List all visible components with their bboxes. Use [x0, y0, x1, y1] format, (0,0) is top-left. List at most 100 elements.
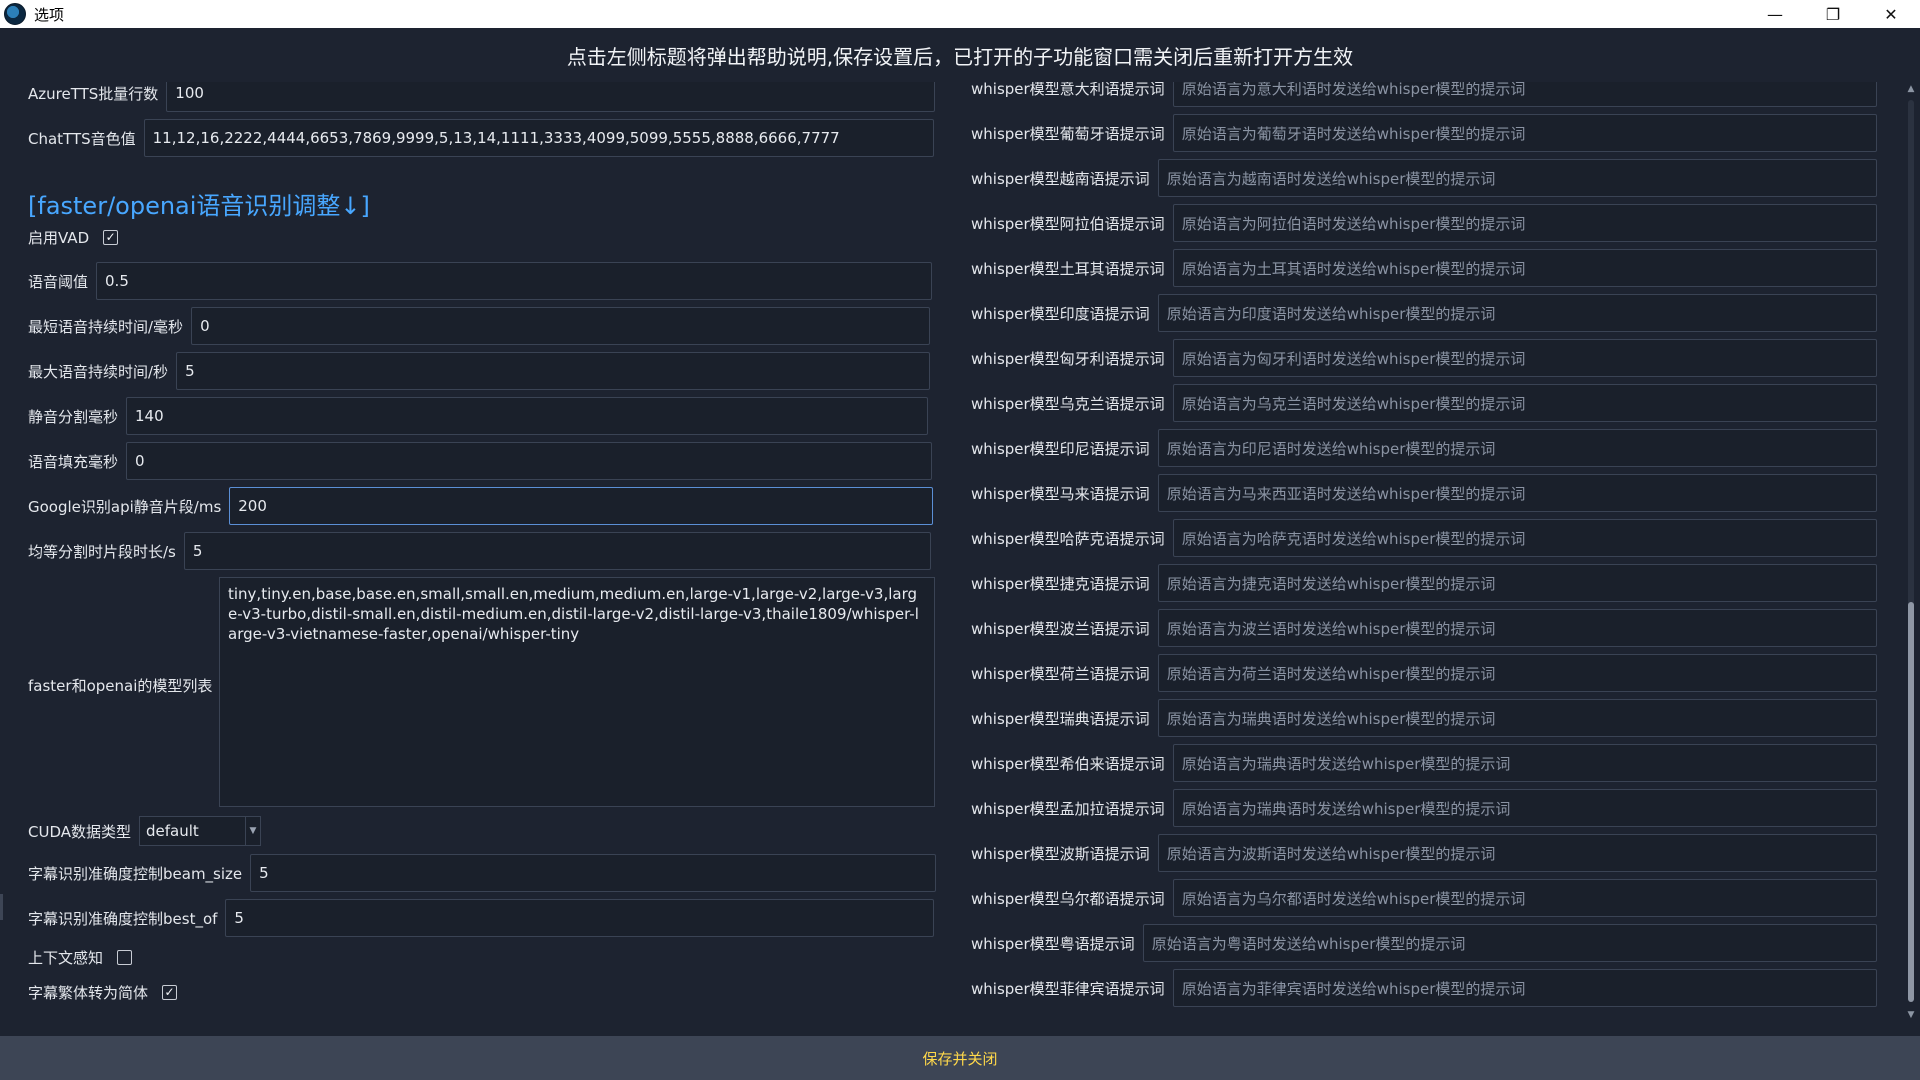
trad-to-simp-label[interactable]: 字幕繁体转为简体: [28, 982, 148, 1003]
row-marker: [0, 894, 3, 920]
prompt-input-hebrew[interactable]: 原始语言为瑞典语时发送给whisper模型的提示词: [1172, 744, 1877, 782]
prompt-label[interactable]: whisper模型葡萄牙语提示词: [971, 123, 1165, 144]
prompt-label[interactable]: whisper模型粤语提示词: [971, 933, 1135, 954]
prompt-input-hungarian[interactable]: 原始语言为匈牙利语时发送给whisper模型的提示词: [1172, 339, 1877, 377]
equal-split-label[interactable]: 均等分割时片段时长/s: [28, 541, 176, 562]
prompt-input-polish[interactable]: 原始语言为波兰语时发送给whisper模型的提示词: [1157, 609, 1877, 647]
min-speech-label[interactable]: 最短语音持续时间/毫秒: [28, 316, 183, 337]
maximize-button[interactable]: ❐: [1804, 0, 1862, 28]
google-silence-input[interactable]: 200: [229, 487, 934, 525]
cuda-type-select[interactable]: default ▼: [139, 816, 262, 846]
prompt-label[interactable]: whisper模型捷克语提示词: [971, 573, 1150, 594]
prompt-label[interactable]: whisper模型土耳其语提示词: [971, 258, 1165, 279]
prompt-label[interactable]: whisper模型哈萨克语提示词: [971, 528, 1165, 549]
cuda-type-label[interactable]: CUDA数据类型: [28, 821, 131, 842]
beam-size-input[interactable]: 5: [250, 854, 937, 892]
prompt-input-urdu[interactable]: 原始语言为乌尔都语时发送给whisper模型的提示词: [1172, 879, 1877, 917]
silence-split-input[interactable]: 140: [126, 397, 929, 435]
prompt-input-portuguese[interactable]: 原始语言为葡萄牙语时发送给whisper模型的提示词: [1172, 114, 1877, 152]
section-title-speech-recognition[interactable]: [faster/openai语音识别调整↓]: [28, 186, 370, 221]
prompt-label[interactable]: whisper模型孟加拉语提示词: [971, 798, 1165, 819]
azure-batch-label[interactable]: AzureTTS批量行数: [28, 83, 158, 104]
save-and-close-button[interactable]: 保存并关闭: [0, 1036, 1920, 1080]
context-aware-row: 上下文感知: [28, 942, 133, 972]
prompt-input-swedish[interactable]: 原始语言为瑞典语时发送给whisper模型的提示词: [1157, 699, 1877, 737]
prompt-row-hindi: whisper模型印度语提示词 原始语言为印度语时发送给whisper模型的提示…: [971, 294, 1877, 332]
vad-label[interactable]: 启用VAD: [28, 227, 89, 248]
model-list-textarea[interactable]: tiny,tiny.en,base,base.en,small,small.en…: [219, 577, 935, 807]
prompt-input-arabic[interactable]: 原始语言为阿拉伯语时发送给whisper模型的提示词: [1172, 204, 1877, 242]
prompt-input-malay[interactable]: 原始语言为马来西亚语时发送给whisper模型的提示词: [1157, 474, 1877, 512]
speech-threshold-label[interactable]: 语音阈值: [28, 271, 88, 292]
chevron-down-icon[interactable]: ▼: [245, 817, 260, 845]
prompt-row-indonesian: whisper模型印尼语提示词 原始语言为印尼语时发送给whisper模型的提示…: [971, 429, 1877, 467]
max-speech-input[interactable]: 5: [176, 352, 931, 390]
context-aware-checkbox[interactable]: [117, 949, 133, 965]
speech-threshold-row: 语音阈值 0.5: [28, 262, 933, 300]
prompt-input-hindi[interactable]: 原始语言为印度语时发送给whisper模型的提示词: [1157, 294, 1877, 332]
prompt-row-kazakh: whisper模型哈萨克语提示词 原始语言为哈萨克语时发送给whisper模型的…: [971, 519, 1877, 557]
prompt-label[interactable]: whisper模型乌尔都语提示词: [971, 888, 1165, 909]
model-list-label[interactable]: faster和openai的模型列表: [28, 675, 212, 696]
google-silence-label[interactable]: Google识别api静音片段/ms: [28, 496, 221, 517]
prompt-input-kazakh[interactable]: 原始语言为哈萨克语时发送给whisper模型的提示词: [1172, 519, 1877, 557]
cuda-type-value: default: [146, 822, 199, 840]
azure-batch-input[interactable]: 100: [166, 82, 936, 112]
prompt-input-italian[interactable]: 原始语言为意大利语时发送给whisper模型的提示词: [1172, 82, 1877, 107]
context-aware-label[interactable]: 上下文感知: [28, 947, 103, 968]
prompt-input-vietnamese[interactable]: 原始语言为越南语时发送给whisper模型的提示词: [1157, 159, 1877, 197]
prompt-row-italian: whisper模型意大利语提示词 原始语言为意大利语时发送给whisper模型的…: [971, 82, 1877, 107]
prompt-label[interactable]: whisper模型瑞典语提示词: [971, 708, 1150, 729]
beam-size-row: 字幕识别准确度控制beam_size 5: [28, 854, 937, 892]
prompt-input-turkish[interactable]: 原始语言为土耳其语时发送给whisper模型的提示词: [1172, 249, 1877, 287]
silence-split-row: 静音分割毫秒 140: [28, 397, 929, 435]
prompt-label[interactable]: whisper模型阿拉伯语提示词: [971, 213, 1165, 234]
vertical-scrollbar[interactable]: ▲ ▼: [1904, 82, 1918, 1022]
chattts-voice-label[interactable]: ChatTTS音色值: [28, 128, 136, 149]
prompt-label[interactable]: whisper模型印尼语提示词: [971, 438, 1150, 459]
prompt-row-malay: whisper模型马来语提示词 原始语言为马来西亚语时发送给whisper模型的…: [971, 474, 1877, 512]
prompt-label[interactable]: whisper模型越南语提示词: [971, 168, 1150, 189]
prompt-label[interactable]: whisper模型意大利语提示词: [971, 82, 1165, 99]
equal-split-input[interactable]: 5: [183, 532, 931, 570]
prompt-label[interactable]: whisper模型荷兰语提示词: [971, 663, 1150, 684]
prompt-input-filipino[interactable]: 原始语言为菲律宾语时发送给whisper模型的提示词: [1172, 969, 1877, 1007]
prompt-input-ukrainian[interactable]: 原始语言为乌克兰语时发送给whisper模型的提示词: [1172, 384, 1877, 422]
speech-threshold-input[interactable]: 0.5: [96, 262, 933, 300]
prompt-input-bengali[interactable]: 原始语言为瑞典语时发送给whisper模型的提示词: [1172, 789, 1877, 827]
prompt-label[interactable]: whisper模型匈牙利语提示词: [971, 348, 1165, 369]
scroll-thumb[interactable]: [1908, 602, 1914, 1002]
prompt-input-persian[interactable]: 原始语言为波斯语时发送给whisper模型的提示词: [1157, 834, 1877, 872]
prompt-label[interactable]: whisper模型波兰语提示词: [971, 618, 1150, 639]
max-speech-label[interactable]: 最大语音持续时间/秒: [28, 361, 168, 382]
prompt-label[interactable]: whisper模型菲律宾语提示词: [971, 978, 1165, 999]
prompt-input-czech[interactable]: 原始语言为捷克语时发送给whisper模型的提示词: [1157, 564, 1877, 602]
prompt-input-cantonese[interactable]: 原始语言为粤语时发送给whisper模型的提示词: [1142, 924, 1877, 962]
beam-size-label[interactable]: 字幕识别准确度控制beam_size: [28, 863, 242, 884]
min-speech-input[interactable]: 0: [191, 307, 931, 345]
prompt-input-dutch[interactable]: 原始语言为荷兰语时发送给whisper模型的提示词: [1157, 654, 1877, 692]
speech-pad-input[interactable]: 0: [126, 442, 933, 480]
prompt-label[interactable]: whisper模型希伯来语提示词: [971, 753, 1165, 774]
prompt-label[interactable]: whisper模型乌克兰语提示词: [971, 393, 1165, 414]
speech-pad-row: 语音填充毫秒 0: [28, 442, 933, 480]
minimize-button[interactable]: —: [1746, 0, 1804, 28]
prompt-label[interactable]: whisper模型印度语提示词: [971, 303, 1150, 324]
chattts-voice-input[interactable]: 11,12,16,2222,4444,6653,7869,9999,5,13,1…: [143, 119, 934, 157]
vad-checkbox[interactable]: ✓: [103, 229, 119, 245]
scroll-up-icon[interactable]: ▲: [1904, 82, 1918, 96]
prompt-row-arabic: whisper模型阿拉伯语提示词 原始语言为阿拉伯语时发送给whisper模型的…: [971, 204, 1877, 242]
best-of-label[interactable]: 字幕识别准确度控制best_of: [28, 908, 217, 929]
close-button[interactable]: ✕: [1862, 0, 1920, 28]
prompt-label[interactable]: whisper模型马来语提示词: [971, 483, 1150, 504]
prompt-input-indonesian[interactable]: 原始语言为印尼语时发送给whisper模型的提示词: [1157, 429, 1877, 467]
trad-to-simp-checkbox[interactable]: ✓: [162, 984, 178, 1000]
silence-split-label[interactable]: 静音分割毫秒: [28, 406, 118, 427]
prompt-label[interactable]: whisper模型波斯语提示词: [971, 843, 1150, 864]
scroll-down-icon[interactable]: ▼: [1904, 1008, 1918, 1022]
prompt-row-polish: whisper模型波兰语提示词 原始语言为波兰语时发送给whisper模型的提示…: [971, 609, 1877, 647]
speech-pad-label[interactable]: 语音填充毫秒: [28, 451, 118, 472]
prompt-row-czech: whisper模型捷克语提示词 原始语言为捷克语时发送给whisper模型的提示…: [971, 564, 1877, 602]
prompt-row-portuguese: whisper模型葡萄牙语提示词 原始语言为葡萄牙语时发送给whisper模型的…: [971, 114, 1877, 152]
best-of-input[interactable]: 5: [225, 899, 935, 937]
